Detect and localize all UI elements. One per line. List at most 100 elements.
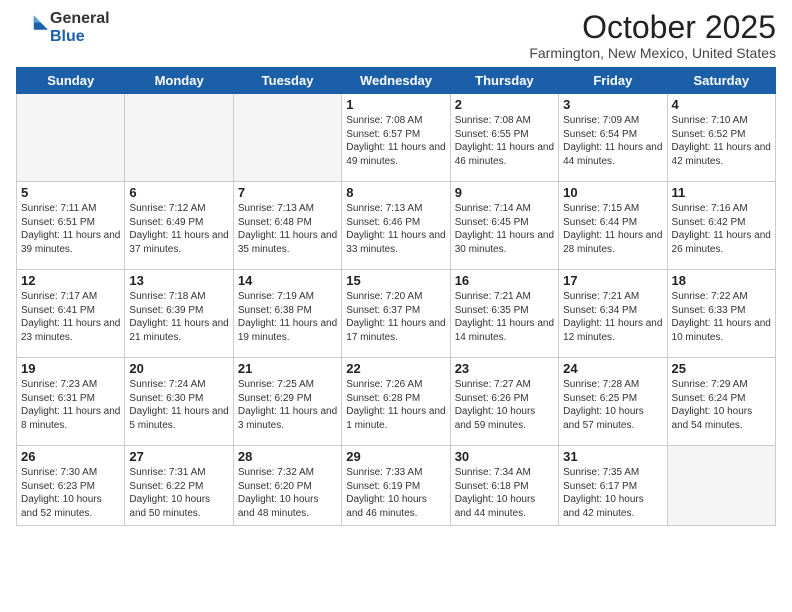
day-number: 28: [238, 449, 337, 464]
calendar-cell: 31 Sunrise: 7:35 AM Sunset: 6:17 PM Dayli…: [559, 446, 667, 526]
calendar-cell: [233, 94, 341, 182]
day-number: 17: [563, 273, 662, 288]
cell-info: Sunrise: 7:16 AM Sunset: 6:42 PM Dayligh…: [672, 202, 771, 256]
calendar-cell: 8Sunrise: 7:13 AM Sunset: 6:46 PM Daylig…: [342, 182, 450, 270]
day-number: 23: [455, 361, 554, 376]
cell-info: Sunrise: 7:29 AM Sunset: 6:24 PM Dayligh…: [672, 378, 771, 432]
calendar-cell: 20 Sunrise: 7:24 AM Sunset: 6:30 PM Dayli…: [125, 358, 233, 446]
calendar-cell: 2Sunrise: 7:08 AM Sunset: 6:55 PM Daylig…: [450, 94, 558, 182]
weekday-header-saturday: Saturday: [667, 68, 775, 94]
calendar-cell: 15 Sunrise: 7:20 AM Sunset: 6:37 PM Dayli…: [342, 270, 450, 358]
calendar-week-5: 26 Sunrise: 7:30 AM Sunset: 6:23 PM Dayli…: [17, 446, 776, 526]
calendar-cell: 18 Sunrise: 7:22 AM Sunset: 6:33 PM Dayli…: [667, 270, 775, 358]
day-number: 22: [346, 361, 445, 376]
calendar-cell: [17, 94, 125, 182]
cell-info: Sunrise: 7:24 AM Sunset: 6:30 PM Dayligh…: [129, 378, 228, 432]
calendar-cell: 26 Sunrise: 7:30 AM Sunset: 6:23 PM Dayli…: [17, 446, 125, 526]
weekday-header-wednesday: Wednesday: [342, 68, 450, 94]
day-number: 14: [238, 273, 337, 288]
day-number: 5: [21, 185, 120, 200]
calendar-cell: 27 Sunrise: 7:31 AM Sunset: 6:22 PM Dayli…: [125, 446, 233, 526]
calendar-cell: 25Sunrise: 7:29 AM Sunset: 6:24 PM Dayli…: [667, 358, 775, 446]
calendar-table: SundayMondayTuesdayWednesdayThursdayFrid…: [16, 67, 776, 526]
calendar-week-4: 19 Sunrise: 7:23 AM Sunset: 6:31 PM Dayli…: [17, 358, 776, 446]
cell-info: Sunrise: 7:22 AM Sunset: 6:33 PM Dayligh…: [672, 290, 771, 344]
cell-info: Sunrise: 7:08 AM Sunset: 6:57 PM Dayligh…: [346, 114, 445, 168]
day-number: 15: [346, 273, 445, 288]
day-number: 3: [563, 97, 662, 112]
logo: General Blue: [16, 10, 110, 45]
day-number: 4: [672, 97, 771, 112]
day-number: 1: [346, 97, 445, 112]
day-number: 12: [21, 273, 120, 288]
calendar-cell: 14 Sunrise: 7:19 AM Sunset: 6:38 PM Dayli…: [233, 270, 341, 358]
calendar-cell: 6 Sunrise: 7:12 AM Sunset: 6:49 PM Daylig…: [125, 182, 233, 270]
calendar-cell: 29 Sunrise: 7:33 AM Sunset: 6:19 PM Dayli…: [342, 446, 450, 526]
calendar-cell: 19 Sunrise: 7:23 AM Sunset: 6:31 PM Dayli…: [17, 358, 125, 446]
calendar-cell: [667, 446, 775, 526]
cell-info: Sunrise: 7:25 AM Sunset: 6:29 PM Dayligh…: [238, 378, 337, 432]
calendar-cell: 1 Sunrise: 7:08 AM Sunset: 6:57 PM Daylig…: [342, 94, 450, 182]
calendar-week-2: 5 Sunrise: 7:11 AM Sunset: 6:51 PM Daylig…: [17, 182, 776, 270]
day-number: 31: [563, 449, 662, 464]
cell-info: Sunrise: 7:27 AM Sunset: 6:26 PM Dayligh…: [455, 378, 554, 432]
cell-info: Sunrise: 7:15 AM Sunset: 6:44 PM Dayligh…: [563, 202, 662, 256]
cell-info: Sunrise: 7:31 AM Sunset: 6:22 PM Dayligh…: [129, 466, 228, 520]
calendar-cell: 3 Sunrise: 7:09 AM Sunset: 6:54 PM Daylig…: [559, 94, 667, 182]
day-number: 26: [21, 449, 120, 464]
day-number: 7: [238, 185, 337, 200]
calendar-cell: 5 Sunrise: 7:11 AM Sunset: 6:51 PM Daylig…: [17, 182, 125, 270]
calendar-cell: 17 Sunrise: 7:21 AM Sunset: 6:34 PM Dayli…: [559, 270, 667, 358]
day-number: 11: [672, 185, 771, 200]
cell-info: Sunrise: 7:26 AM Sunset: 6:28 PM Dayligh…: [346, 378, 445, 432]
cell-info: Sunrise: 7:23 AM Sunset: 6:31 PM Dayligh…: [21, 378, 120, 432]
cell-info: Sunrise: 7:35 AM Sunset: 6:17 PM Dayligh…: [563, 466, 662, 520]
weekday-header-friday: Friday: [559, 68, 667, 94]
day-number: 16: [455, 273, 554, 288]
day-number: 19: [21, 361, 120, 376]
cell-info: Sunrise: 7:10 AM Sunset: 6:52 PM Dayligh…: [672, 114, 771, 168]
page: General Blue October 2025 Farmington, Ne…: [0, 0, 792, 612]
calendar-week-1: 1 Sunrise: 7:08 AM Sunset: 6:57 PM Daylig…: [17, 94, 776, 182]
day-number: 9: [455, 185, 554, 200]
cell-info: Sunrise: 7:18 AM Sunset: 6:39 PM Dayligh…: [129, 290, 228, 344]
title-block: October 2025 Farmington, New Mexico, Uni…: [529, 10, 776, 61]
cell-info: Sunrise: 7:12 AM Sunset: 6:49 PM Dayligh…: [129, 202, 228, 256]
cell-info: Sunrise: 7:09 AM Sunset: 6:54 PM Dayligh…: [563, 114, 662, 168]
calendar-cell: 7 Sunrise: 7:13 AM Sunset: 6:48 PM Daylig…: [233, 182, 341, 270]
day-number: 21: [238, 361, 337, 376]
cell-info: Sunrise: 7:21 AM Sunset: 6:34 PM Dayligh…: [563, 290, 662, 344]
calendar-cell: 9Sunrise: 7:14 AM Sunset: 6:45 PM Daylig…: [450, 182, 558, 270]
cell-info: Sunrise: 7:20 AM Sunset: 6:37 PM Dayligh…: [346, 290, 445, 344]
calendar-week-3: 12Sunrise: 7:17 AM Sunset: 6:41 PM Dayli…: [17, 270, 776, 358]
day-number: 13: [129, 273, 228, 288]
day-number: 30: [455, 449, 554, 464]
cell-info: Sunrise: 7:11 AM Sunset: 6:51 PM Dayligh…: [21, 202, 120, 256]
header: General Blue October 2025 Farmington, Ne…: [16, 10, 776, 61]
calendar-cell: 22 Sunrise: 7:26 AM Sunset: 6:28 PM Dayli…: [342, 358, 450, 446]
cell-info: Sunrise: 7:21 AM Sunset: 6:35 PM Dayligh…: [455, 290, 554, 344]
cell-info: Sunrise: 7:13 AM Sunset: 6:48 PM Dayligh…: [238, 202, 337, 256]
calendar-cell: 10Sunrise: 7:15 AM Sunset: 6:44 PM Dayli…: [559, 182, 667, 270]
calendar-cell: 28 Sunrise: 7:32 AM Sunset: 6:20 PM Dayli…: [233, 446, 341, 526]
cell-info: Sunrise: 7:33 AM Sunset: 6:19 PM Dayligh…: [346, 466, 445, 520]
day-number: 24: [563, 361, 662, 376]
day-number: 20: [129, 361, 228, 376]
cell-info: Sunrise: 7:19 AM Sunset: 6:38 PM Dayligh…: [238, 290, 337, 344]
day-number: 29: [346, 449, 445, 464]
calendar-cell: 23 Sunrise: 7:27 AM Sunset: 6:26 PM Dayli…: [450, 358, 558, 446]
logo-general: General: [50, 10, 110, 28]
day-number: 18: [672, 273, 771, 288]
logo-blue: Blue: [50, 28, 110, 46]
day-number: 6: [129, 185, 228, 200]
day-number: 27: [129, 449, 228, 464]
day-number: 2: [455, 97, 554, 112]
cell-info: Sunrise: 7:32 AM Sunset: 6:20 PM Dayligh…: [238, 466, 337, 520]
calendar-cell: 12Sunrise: 7:17 AM Sunset: 6:41 PM Dayli…: [17, 270, 125, 358]
month-title: October 2025: [529, 10, 776, 45]
calendar-cell: 30Sunrise: 7:34 AM Sunset: 6:18 PM Dayli…: [450, 446, 558, 526]
cell-info: Sunrise: 7:13 AM Sunset: 6:46 PM Dayligh…: [346, 202, 445, 256]
calendar-cell: 21 Sunrise: 7:25 AM Sunset: 6:29 PM Dayli…: [233, 358, 341, 446]
calendar-cell: 13 Sunrise: 7:18 AM Sunset: 6:39 PM Dayli…: [125, 270, 233, 358]
cell-info: Sunrise: 7:30 AM Sunset: 6:23 PM Dayligh…: [21, 466, 120, 520]
